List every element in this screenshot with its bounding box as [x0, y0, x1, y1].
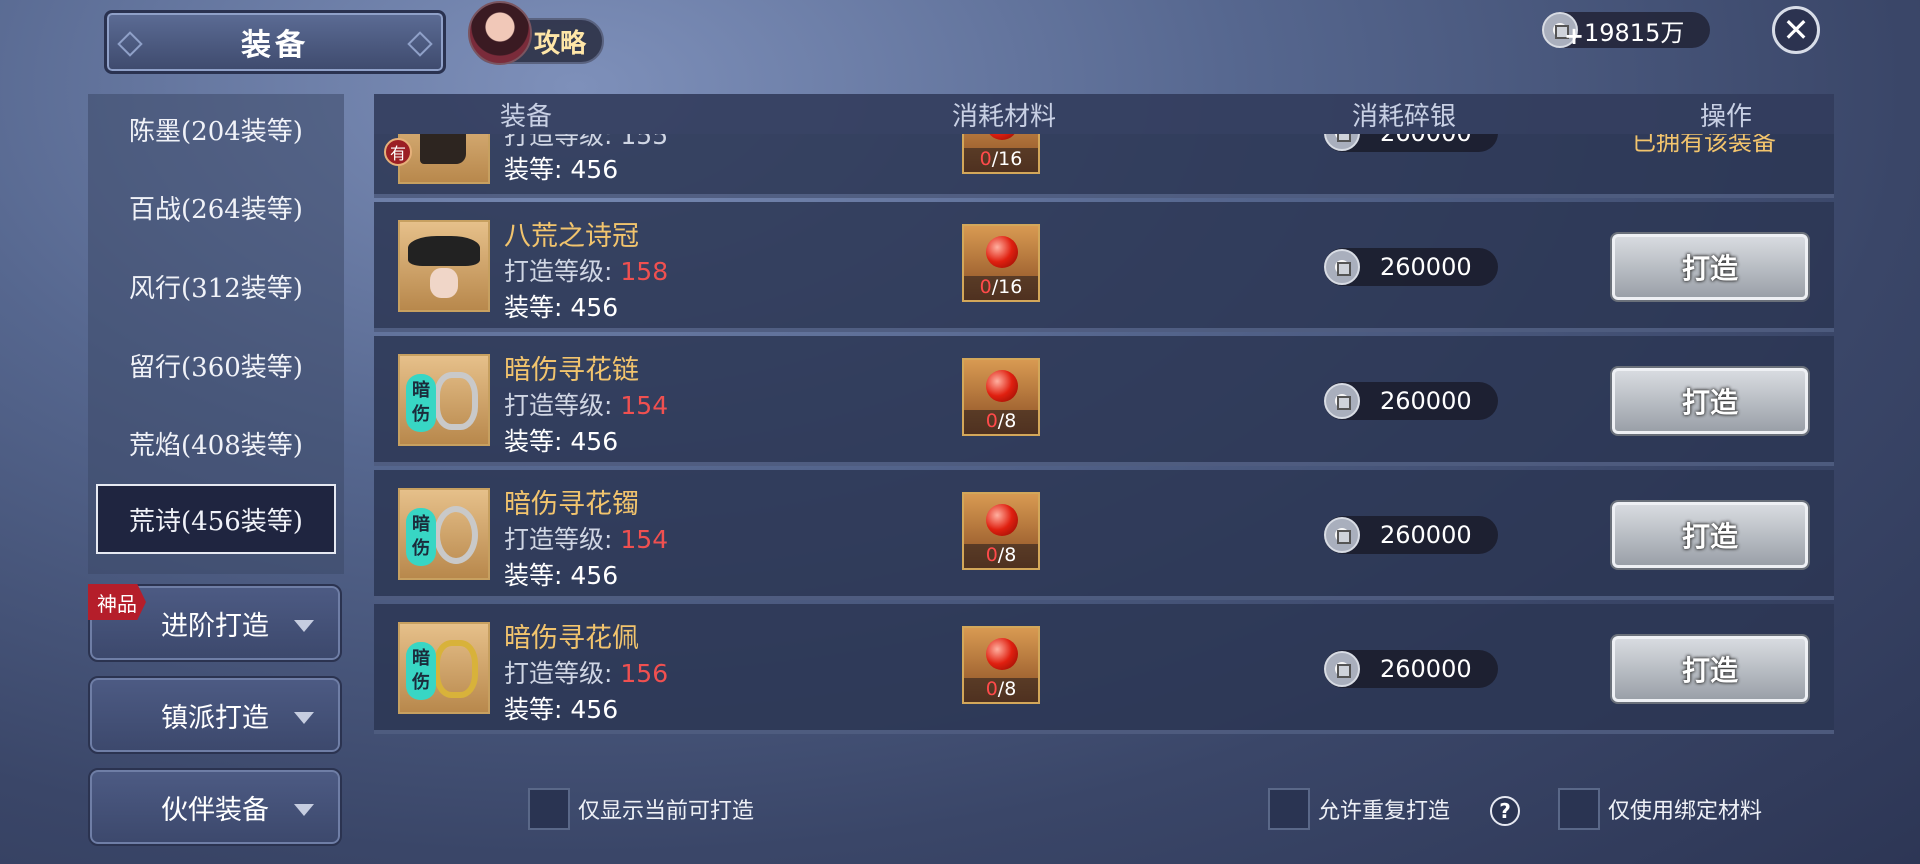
forge-button[interactable]: 打造 [1612, 234, 1808, 300]
only-craftable-toggle[interactable]: 仅显示当前可打造 [528, 788, 754, 830]
chevron-down-icon [294, 712, 314, 724]
forge-button[interactable]: 打造 [1612, 368, 1808, 434]
table-row[interactable]: 暗伤 暗伤寻花链 打造等级: 154 装等: 456 0/8 260000 打造 [374, 336, 1834, 466]
dark-wound-badge: 暗伤 [406, 374, 436, 432]
hat-icon [398, 220, 490, 312]
dark-wound-badge: 暗伤 [406, 642, 436, 700]
owned-status: 已拥有该装备 [1632, 134, 1776, 156]
sidebar-item-huangshi[interactable]: 荒诗(456装等) [96, 484, 336, 554]
checkbox-label: 允许重复打造 [1318, 799, 1451, 824]
partner-equipment-dropdown[interactable]: 伙伴装备 [88, 768, 342, 846]
coin-icon [1324, 249, 1360, 285]
checkbox-label: 仅显示当前可打造 [578, 799, 755, 824]
currency-value: 19815万 [1584, 18, 1685, 47]
table-row[interactable]: 暗伤 暗伤寻花镯 打造等级: 154 装等: 456 0/8 260000 打造 [374, 470, 1834, 600]
forge-button[interactable]: 打造 [1612, 502, 1808, 568]
red-orb-icon [986, 236, 1018, 268]
sidebar-item-baizhan[interactable]: 百战(264装等) [88, 172, 344, 242]
item-name: 暗伤寻花佩 [504, 623, 639, 654]
bracelet-icon: 暗伤 [398, 488, 490, 580]
guide-label: 攻略 [534, 28, 587, 59]
coin-icon [1324, 383, 1360, 419]
avatar [468, 1, 532, 65]
gear-score: 装等: 456 [504, 427, 619, 456]
material-slot[interactable]: 0/8 [962, 358, 1040, 436]
table-header: 装备 消耗材料 消耗碎银 操作 [374, 94, 1834, 134]
silver-cost: 260000 [1324, 516, 1498, 554]
checkbox[interactable] [1558, 788, 1600, 830]
tab-label: 装备 [241, 28, 309, 63]
sidebar-item-liuxing[interactable]: 留行(360装等) [88, 330, 344, 400]
sidebar-item-huangyan[interactable]: 荒焰(408装等) [88, 408, 344, 478]
forge-level: 打造等级: 154 [504, 391, 669, 420]
material-slot[interactable]: 0/16 [962, 224, 1040, 302]
guide-button[interactable]: 攻略 [468, 1, 604, 65]
table-row[interactable]: 暗伤 暗伤寻花佩 打造等级: 156 装等: 456 0/8 260000 打造 [374, 604, 1834, 734]
ornament-icon [407, 31, 433, 57]
chevron-down-icon [294, 620, 314, 632]
equipment-table: 装备 消耗材料 消耗碎银 操作 有 打造等级: 155 装等: 456 0/16… [374, 94, 1834, 738]
material-slot[interactable]: 0/8 [962, 492, 1040, 570]
coin-icon [1324, 134, 1360, 151]
red-orb-icon [986, 370, 1018, 402]
material-slot[interactable]: 0/8 [962, 626, 1040, 704]
dropdown-label: 镇派打造 [161, 702, 269, 734]
divine-tag: 神品 [88, 584, 146, 620]
currency-display: + 19815万 [1542, 12, 1710, 50]
silver-cost: 260000 [1324, 382, 1498, 420]
help-icon[interactable]: ? [1490, 796, 1520, 826]
coin-icon [1324, 517, 1360, 553]
checkbox[interactable] [1268, 788, 1310, 830]
forge-level: 打造等级: 158 [504, 257, 669, 286]
ornament-icon [117, 31, 143, 57]
add-currency-button[interactable]: + [1564, 22, 1584, 50]
forge-button[interactable]: 打造 [1612, 636, 1808, 702]
table-body[interactable]: 有 打造等级: 155 装等: 456 0/16 260000 已拥有该装备 八… [374, 134, 1834, 734]
table-row[interactable]: 八荒之诗冠 打造等级: 158 装等: 456 0/16 260000 打造 [374, 202, 1834, 332]
material-slot[interactable]: 0/16 [962, 134, 1040, 174]
dark-wound-badge: 暗伤 [406, 508, 436, 566]
allow-repeat-toggle[interactable]: 允许重复打造 [1268, 788, 1450, 830]
forge-level: 打造等级: 156 [504, 659, 669, 688]
sidebar: 陈墨(204装等) 百战(264装等) 风行(312装等) 留行(360装等) … [88, 94, 344, 574]
header-material: 消耗材料 [952, 102, 1057, 132]
bound-only-toggle[interactable]: 仅使用绑定材料 [1558, 788, 1762, 830]
dropdown-label: 进阶打造 [161, 610, 269, 642]
silver-cost: 260000 [1324, 650, 1498, 688]
table-row[interactable]: 有 打造等级: 155 装等: 456 0/16 260000 已拥有该装备 [374, 134, 1834, 198]
checkbox[interactable] [528, 788, 570, 830]
gear-score: 装等: 456 [504, 155, 619, 184]
gear-score: 装等: 456 [504, 293, 619, 322]
close-button[interactable]: ✕ [1772, 6, 1820, 54]
header-action: 操作 [1700, 102, 1753, 132]
red-orb-icon [986, 638, 1018, 670]
pendant-icon: 暗伤 [398, 622, 490, 714]
red-orb-icon [986, 504, 1018, 536]
owned-tag: 有 [384, 138, 412, 166]
forge-level: 打造等级: 154 [504, 525, 669, 554]
item-name: 暗伤寻花镯 [504, 489, 639, 520]
sidebar-item-chenmo[interactable]: 陈墨(204装等) [88, 94, 344, 164]
sect-forge-dropdown[interactable]: 镇派打造 [88, 676, 342, 754]
coin-icon [1324, 651, 1360, 687]
gear-score: 装等: 456 [504, 561, 619, 590]
silver-cost: 260000 [1324, 248, 1498, 286]
dropdown-label: 伙伴装备 [161, 794, 269, 826]
silver-cost: 260000 [1324, 134, 1498, 152]
checkbox-label: 仅使用绑定材料 [1608, 799, 1763, 824]
red-orb-icon [986, 134, 1018, 140]
tab-equipment[interactable]: 装备 [104, 10, 446, 74]
header-silver: 消耗碎银 [1352, 102, 1457, 132]
item-name: 暗伤寻花链 [504, 355, 639, 386]
header-equipment: 装备 [500, 102, 553, 132]
sidebar-item-fengxing[interactable]: 风行(312装等) [88, 251, 344, 321]
item-name: 八荒之诗冠 [504, 221, 639, 252]
advanced-forge-dropdown[interactable]: 神品 进阶打造 [88, 584, 342, 662]
gear-score: 装等: 456 [504, 695, 619, 724]
necklace-icon: 暗伤 [398, 354, 490, 446]
boots-icon [398, 134, 490, 184]
chevron-down-icon [294, 804, 314, 816]
